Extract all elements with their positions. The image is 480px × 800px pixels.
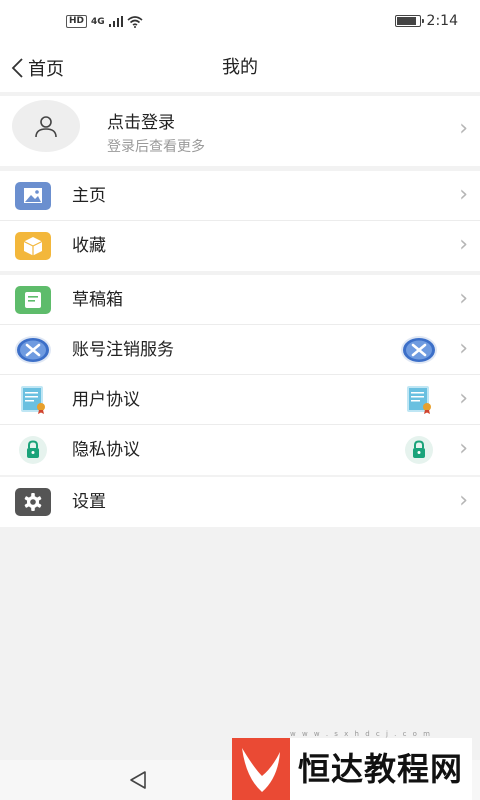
cancel-account-icon [400, 335, 438, 365]
menu-group-1: 主页 › 收藏 › [0, 171, 480, 271]
draft-icon [14, 285, 52, 315]
battery-fill [396, 17, 417, 25]
box-icon [14, 231, 52, 261]
menu-item-label: 设置 [72, 492, 106, 512]
battery-icon [394, 15, 424, 27]
watermark-logo [232, 738, 290, 800]
certificate-icon [400, 385, 438, 415]
chevron-right-icon: › [459, 182, 468, 207]
menu-item-favorites[interactable]: 收藏 › [0, 221, 480, 271]
lock-icon [14, 435, 52, 465]
certificate-icon [14, 385, 52, 415]
hd-indicator: HD [66, 15, 88, 28]
menu-item-label: 用户协议 [72, 390, 140, 410]
chevron-right-icon: › [459, 116, 468, 141]
menu-item-label: 账号注销服务 [72, 340, 174, 360]
menu-group-2: 草稿箱 › 账号注销服务 › 用户协议 › 隐私协议 › [0, 275, 480, 475]
back-label: 首页 [28, 59, 64, 80]
menu-item-label: 主页 [72, 186, 106, 206]
status-bar: HD 4G 2:14 [0, 0, 480, 44]
menu-item-label: 收藏 [72, 236, 106, 256]
chevron-right-icon: › [459, 386, 468, 411]
chevron-right-icon: › [459, 286, 468, 311]
menu-item-home[interactable]: 主页 › [0, 171, 480, 221]
lock-icon [400, 435, 438, 465]
chevron-right-icon: › [459, 232, 468, 257]
avatar [12, 100, 80, 152]
menu-item-account-cancel[interactable]: 账号注销服务 › [0, 325, 480, 375]
title-bar: 首页 我的 [0, 44, 480, 92]
status-left: HD 4G [66, 15, 143, 28]
page-title: 我的 [222, 57, 258, 78]
chevron-left-icon [11, 58, 23, 78]
status-right: 2:14 [394, 13, 458, 29]
menu-item-label: 隐私协议 [72, 440, 140, 460]
chevron-right-icon: › [459, 488, 468, 513]
login-card[interactable]: 点击登录 登录后查看更多 › [0, 96, 480, 166]
user-icon [35, 116, 57, 138]
menu-item-user-agreement[interactable]: 用户协议 › [0, 375, 480, 425]
menu-item-label: 草稿箱 [72, 290, 123, 310]
login-subtitle: 登录后查看更多 [107, 139, 205, 155]
image-icon [14, 181, 52, 211]
clock: 2:14 [426, 13, 458, 29]
menu-group-3: 设置 › [0, 477, 480, 527]
chevron-right-icon: › [459, 436, 468, 461]
watermark-text: 恒达教程网 [298, 750, 464, 788]
menu-item-drafts[interactable]: 草稿箱 › [0, 275, 480, 325]
login-title: 点击登录 [107, 113, 175, 133]
nav-back-icon[interactable] [126, 768, 150, 792]
watermark-url: w w w . s x h d c j . c o m [290, 730, 432, 738]
menu-item-settings[interactable]: 设置 › [0, 477, 480, 527]
chevron-right-icon: › [459, 336, 468, 361]
cancel-account-icon [14, 335, 52, 365]
network-type: 4G [91, 16, 105, 27]
signal-icon [108, 16, 123, 27]
wifi-icon [127, 15, 143, 28]
watermark: 恒达教程网 [232, 738, 472, 800]
menu-item-privacy[interactable]: 隐私协议 › [0, 425, 480, 475]
back-button[interactable]: 首页 [10, 50, 64, 86]
gear-icon [14, 487, 52, 517]
